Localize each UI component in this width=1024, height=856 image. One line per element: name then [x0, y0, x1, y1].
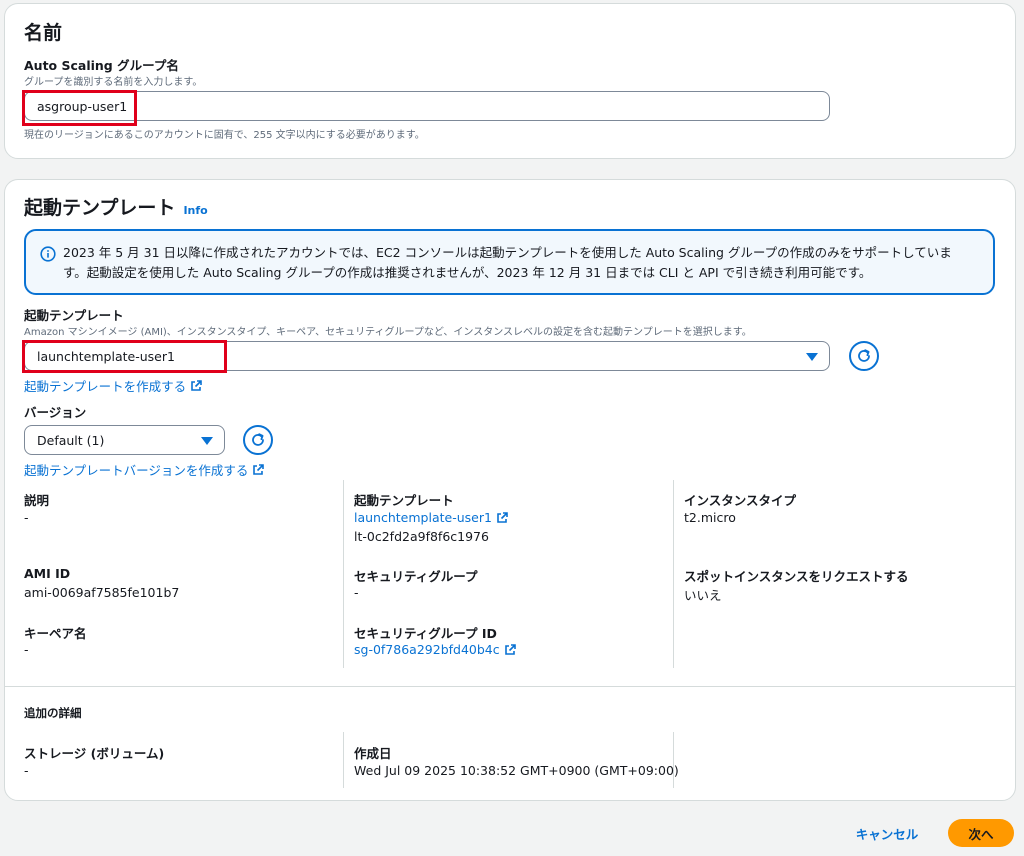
create-version-link-text: 起動テンプレートバージョンを作成する: [24, 463, 249, 478]
description-value: -: [24, 510, 29, 525]
key-pair-value: -: [24, 642, 29, 657]
create-version-link[interactable]: 起動テンプレートバージョンを作成する: [24, 460, 265, 479]
external-link-icon: [253, 463, 265, 475]
refresh-icon[interactable]: [243, 425, 273, 455]
create-template-link[interactable]: 起動テンプレートを作成する: [24, 376, 202, 395]
info-link[interactable]: Info: [183, 204, 207, 217]
column-divider: [673, 732, 674, 788]
security-group-id-link-text: sg-0f786a292bfd40b4c: [354, 642, 500, 657]
column-divider: [343, 480, 344, 668]
spot-request-label: スポットインスタンスをリクエストする: [684, 569, 909, 584]
name-panel: 名前 Auto Scaling グループ名 グループを識別する名前を入力します。…: [4, 3, 1016, 159]
additional-details-title: 追加の詳細: [24, 706, 82, 720]
version-select[interactable]: Default (1): [24, 425, 225, 455]
launch-template-panel: 起動テンプレート Info 2023 年 5 月 31 日以降に作成されたアカウ…: [4, 179, 1016, 801]
launch-template-section-title: 起動テンプレート Info: [24, 193, 208, 220]
external-link-icon: [504, 643, 516, 655]
caret-down-icon: [201, 437, 213, 445]
alert-text: 2023 年 5 月 31 日以降に作成されたアカウントでは、EC2 コンソール…: [63, 245, 952, 280]
highlight-box: [22, 90, 137, 126]
launch-template-id: lt-0c2fd2a9f8f6c1976: [354, 529, 489, 544]
security-group-id-label: セキュリティグループ ID: [354, 626, 497, 641]
column-divider: [343, 732, 344, 788]
description-label: 説明: [24, 493, 50, 508]
caret-down-icon: [806, 353, 818, 361]
external-link-icon: [191, 379, 202, 391]
instance-type-value: t2.micro: [684, 510, 736, 525]
external-link-icon: [497, 511, 508, 523]
security-group-id-link[interactable]: sg-0f786a292bfd40b4c: [354, 642, 516, 657]
key-pair-label: キーペア名: [24, 626, 87, 641]
cancel-button[interactable]: キャンセル: [845, 820, 929, 846]
launch-template-detail-link-text: launchtemplate-user1: [354, 510, 492, 525]
instance-type-label: インスタンスタイプ: [684, 493, 797, 508]
launch-template-detail-label: 起動テンプレート: [354, 493, 454, 508]
ami-id-value: ami-0069af7585fe101b7: [24, 585, 180, 600]
storage-value: -: [24, 763, 29, 778]
created-date-value: Wed Jul 09 2025 10:38:52 GMT+0900 (GMT+0…: [354, 763, 679, 778]
refresh-icon[interactable]: [849, 341, 879, 371]
spot-request-value: いいえ: [684, 588, 722, 603]
highlight-box: [22, 340, 227, 373]
storage-label: ストレージ (ボリューム): [24, 746, 165, 761]
column-divider: [673, 480, 674, 668]
info-alert: 2023 年 5 月 31 日以降に作成されたアカウントでは、EC2 コンソール…: [24, 229, 995, 295]
created-date-label: 作成日: [354, 746, 392, 761]
version-select-value: Default (1): [37, 432, 105, 448]
asg-name-label: Auto Scaling グループ名: [24, 58, 179, 73]
next-button[interactable]: 次へ: [948, 819, 1014, 847]
security-group-label: セキュリティグループ: [354, 569, 478, 584]
launch-template-title-text: 起動テンプレート: [24, 197, 176, 219]
asg-name-hint: グループを識別する名前を入力します。: [24, 77, 203, 88]
security-group-value: -: [354, 585, 359, 600]
asg-name-input[interactable]: asgroup-user1: [24, 91, 830, 121]
template-select-label: 起動テンプレート: [24, 308, 124, 323]
template-select-hint: Amazon マシンイメージ (AMI)、インスタンスタイプ、キーペア、セキュリ…: [24, 327, 752, 338]
version-label: バージョン: [24, 405, 87, 420]
name-section-title: 名前: [24, 22, 63, 44]
asg-name-constraint: 現在のリージョンにあるこのアカウントに固有で、255 文字以内にする必要がありま…: [24, 130, 425, 141]
launch-template-detail-link[interactable]: launchtemplate-user1: [354, 510, 508, 525]
section-divider: [5, 686, 1015, 687]
create-template-link-text: 起動テンプレートを作成する: [24, 379, 187, 394]
ami-id-label: AMI ID: [24, 566, 71, 581]
info-icon: [40, 246, 56, 262]
